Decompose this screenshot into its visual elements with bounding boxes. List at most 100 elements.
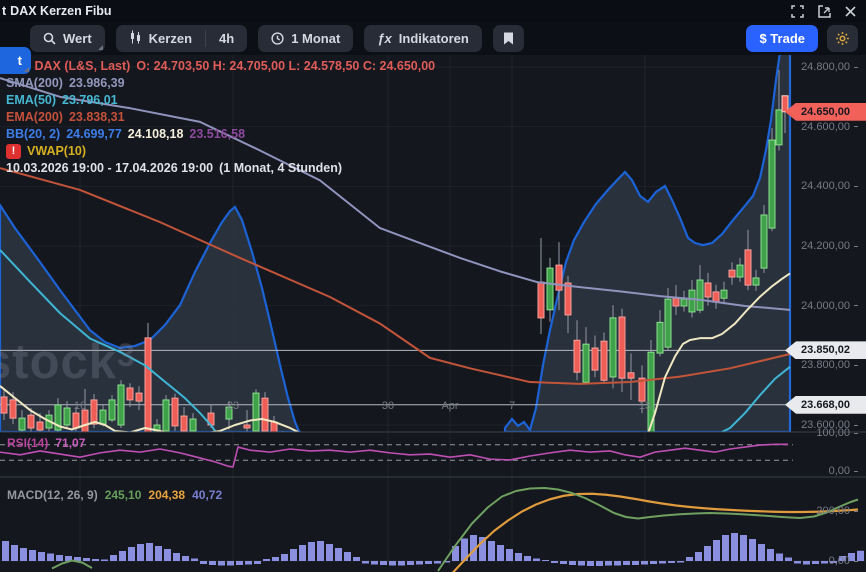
watermark: stock3 <box>0 334 136 390</box>
candle <box>64 408 70 425</box>
candle <box>628 373 634 378</box>
macd-histogram-bar <box>272 557 279 561</box>
time-axis-label: 23 <box>227 400 239 412</box>
candle <box>601 341 607 380</box>
macd-histogram-bar <box>389 561 396 566</box>
axis-label: 24.000,00 <box>801 300 858 312</box>
rsi-legend[interactable]: RSI(14) 71,07 <box>7 436 85 450</box>
macd-histogram-bar <box>353 557 360 561</box>
macd-histogram-bar <box>821 561 828 564</box>
macd-histogram-bar <box>191 559 198 562</box>
candle <box>721 290 727 298</box>
chart-area[interactable]: stock3 L&S DAX (L&S, Last) O: 24.703,50 … <box>0 0 866 572</box>
chart-type-button[interactable]: Kerzen <box>116 25 205 52</box>
settings-button[interactable] <box>827 25 858 52</box>
candle <box>681 299 687 306</box>
macd-histogram-bar <box>794 561 801 564</box>
candle <box>118 385 124 425</box>
bookmark-button[interactable] <box>493 25 524 52</box>
candle <box>190 419 196 431</box>
rsi-pane[interactable] <box>0 444 793 467</box>
macd-histogram-bar <box>713 540 720 561</box>
macd-histogram-bar <box>425 561 432 564</box>
macd-histogram-bar <box>146 543 153 561</box>
legend-bollinger[interactable]: BB(20, 2) 24.699,77 24.108,18 23.516,58 <box>6 126 435 143</box>
macd-histogram-bar <box>299 545 306 561</box>
legend-sma200[interactable]: SMA(200) 23.986,39 <box>6 75 435 92</box>
candle <box>745 250 751 285</box>
candle <box>82 410 88 432</box>
candle <box>574 340 580 372</box>
truncated-left-button[interactable]: t <box>0 47 31 74</box>
interval-button[interactable]: 4h <box>206 25 247 52</box>
macd-histogram-bar <box>560 561 567 564</box>
legend-main-series[interactable]: L&S DAX (L&S, Last) O: 24.703,50 H: 24.7… <box>6 58 435 75</box>
legend-vwap[interactable]: ! VWAP(10) <box>6 143 435 160</box>
candle <box>271 422 277 440</box>
macd-histogram-bar <box>308 542 315 561</box>
candle <box>145 338 151 437</box>
time-axis-label: 13 <box>639 400 651 412</box>
candle <box>619 317 625 378</box>
gear-icon <box>835 31 850 46</box>
axis-label: 23.800,00 <box>801 359 858 371</box>
macd-histogram-bar <box>182 556 189 561</box>
macd-histogram-bar <box>515 553 522 561</box>
chart-legend: L&S DAX (L&S, Last) O: 24.703,50 H: 24.7… <box>6 58 435 177</box>
macd-histogram-bar <box>164 549 171 561</box>
macd-histogram-bar <box>740 535 747 561</box>
candle <box>100 410 106 424</box>
popout-icon[interactable] <box>818 5 831 18</box>
macd-histogram-bar <box>317 541 324 561</box>
macd-histogram-bar <box>92 559 99 561</box>
macd-histogram-bar <box>533 559 540 562</box>
macd-histogram-bar <box>218 561 225 566</box>
close-icon[interactable] <box>845 6 856 17</box>
date-range-button[interactable]: 1 Monat <box>258 25 353 52</box>
macd-histogram-bar <box>776 554 783 562</box>
macd-histogram-bar <box>245 561 252 565</box>
macd-histogram-bar <box>758 544 765 561</box>
candle <box>737 265 743 277</box>
candle <box>1 397 7 413</box>
trade-button[interactable]: $ Trade <box>746 25 818 52</box>
macd-histogram-bar <box>281 554 288 561</box>
candle <box>705 283 711 297</box>
macd-legend[interactable]: MACD(12, 26, 9) 245,10 204,38 40,72 <box>7 488 222 502</box>
macd-histogram-bar <box>704 546 711 561</box>
time-axis-label: Apr <box>441 400 458 412</box>
candle <box>163 400 169 431</box>
fx-icon: ƒx <box>377 31 391 46</box>
candle <box>729 270 735 277</box>
macd-histogram-bar <box>173 553 180 561</box>
candle <box>280 440 286 458</box>
time-axis-label: 30 <box>382 400 394 412</box>
charttype-interval-group: Kerzen 4h <box>116 25 248 52</box>
legend-ema200[interactable]: EMA(200) 23.838,31 <box>6 109 435 126</box>
macd-histogram-bar <box>596 561 603 566</box>
symbol-search-button[interactable]: Wert <box>30 25 105 52</box>
warning-icon: ! <box>6 144 21 159</box>
candle <box>689 290 695 312</box>
macd-histogram-bar <box>137 544 144 561</box>
macd-histogram-bar <box>659 561 666 564</box>
indicators-button[interactable]: ƒx Indikatoren <box>364 25 482 52</box>
candle <box>657 322 663 353</box>
candle <box>244 425 250 428</box>
current-price-tag: 24.650,00 <box>785 103 866 121</box>
candle <box>172 398 178 426</box>
candle <box>565 283 571 315</box>
macd-histogram-bar <box>29 550 36 561</box>
fullscreen-icon[interactable] <box>791 5 804 18</box>
macd-histogram-bar <box>434 561 441 564</box>
axis-label: 100,00 <box>816 427 858 439</box>
macd-histogram-bar <box>857 551 864 561</box>
legend-ema50[interactable]: EMA(50) 23.796,01 <box>6 92 435 109</box>
candles-icon <box>129 30 142 47</box>
candle <box>181 416 187 431</box>
macd-histogram-bar <box>47 554 54 562</box>
macd-histogram-bar <box>767 549 774 561</box>
macd-histogram-bar <box>722 535 729 561</box>
macd-histogram-bar <box>785 558 792 562</box>
macd-histogram-bar <box>209 561 216 565</box>
